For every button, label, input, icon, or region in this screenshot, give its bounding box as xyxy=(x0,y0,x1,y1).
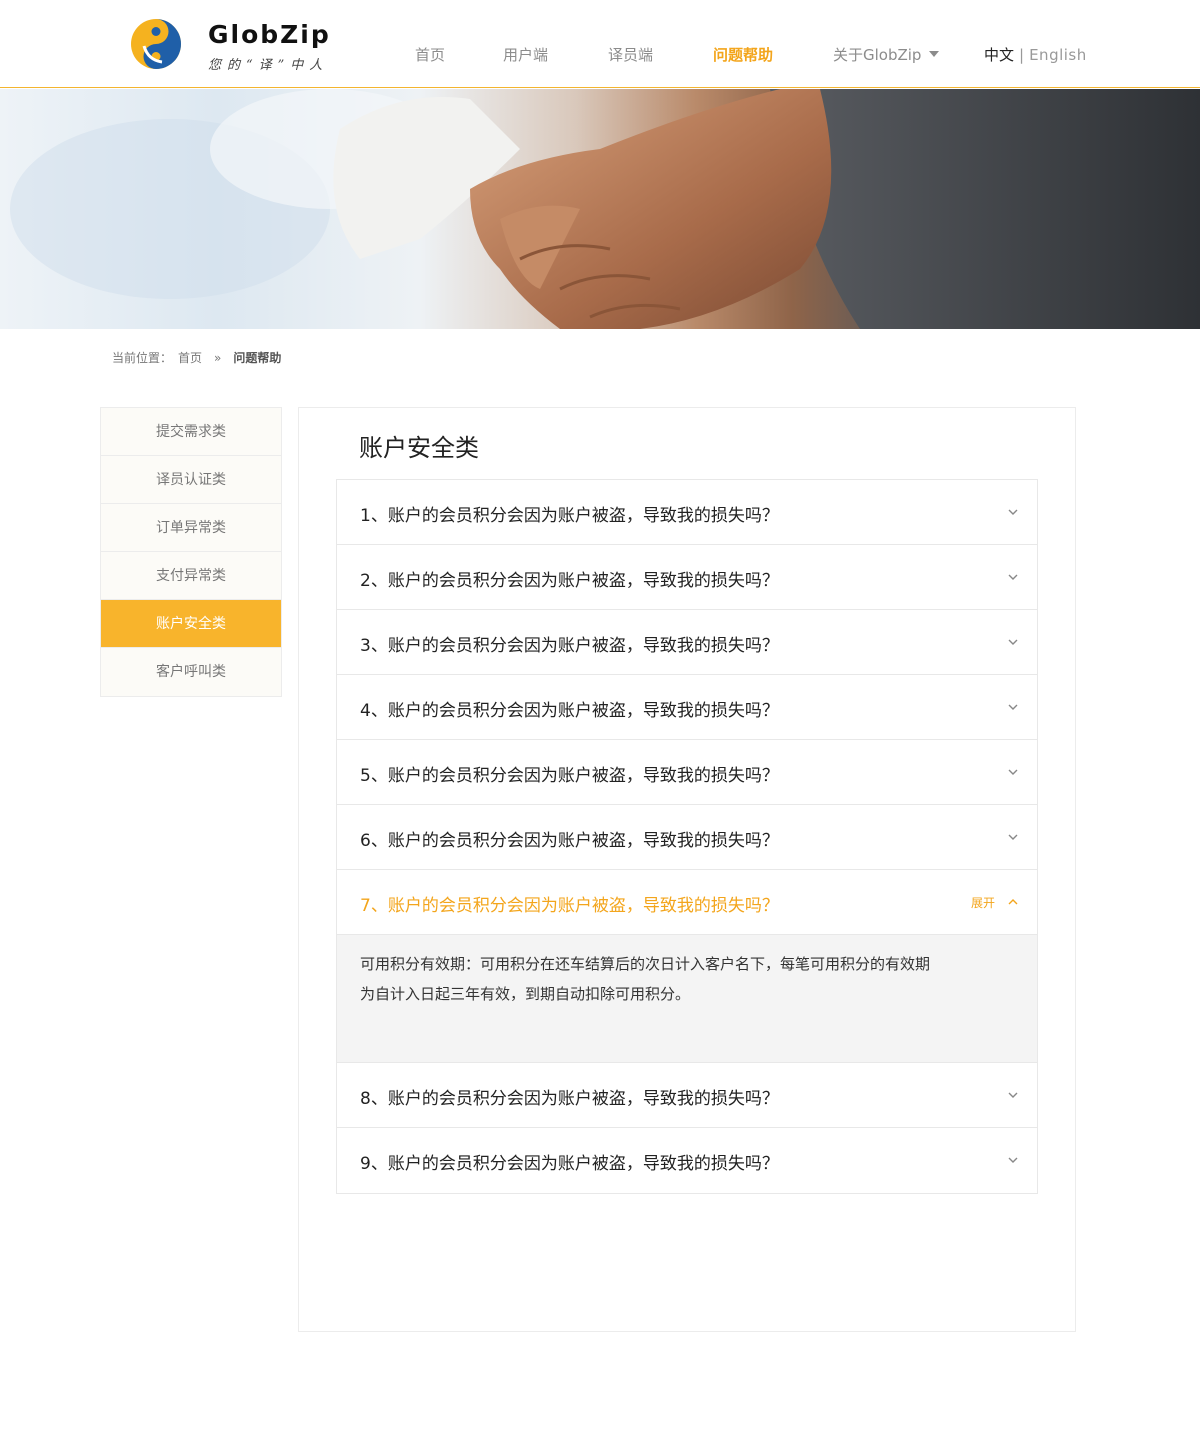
page-title: 账户安全类 xyxy=(359,434,479,462)
faq-question[interactable]: 4、账户的会员积分会因为账户被盗，导致我的损失吗？ xyxy=(337,675,1037,740)
chevron-down-icon xyxy=(1008,639,1018,645)
site-header: GlobZip 您的“译”中人 首页 用户端 译员端 问题帮助 关于GlobZi… xyxy=(0,0,1200,88)
faq-question[interactable]: 1、账户的会员积分会因为账户被盗，导致我的损失吗？ xyxy=(337,480,1037,545)
faq-question[interactable]: 5、账户的会员积分会因为账户被盗，导致我的损失吗？ xyxy=(337,740,1037,805)
faq-question-text: 7、账户的会员积分会因为账户被盗，导致我的损失吗？ xyxy=(360,896,779,916)
sidebar-item-order-exception[interactable]: 订单异常类 xyxy=(101,504,281,552)
nav-item-home[interactable]: 首页 xyxy=(415,44,445,65)
language-switch: 中文 | English xyxy=(984,44,1087,65)
nav-item-translator[interactable]: 译员端 xyxy=(608,44,653,65)
breadcrumb-home[interactable]: 首页 xyxy=(178,349,202,366)
nav-item-client[interactable]: 用户端 xyxy=(503,44,548,65)
nav-item-help[interactable]: 问题帮助 xyxy=(713,44,773,65)
caret-down-icon xyxy=(929,50,940,57)
sidebar-item-payment-exception[interactable]: 支付异常类 xyxy=(101,552,281,600)
faq-question[interactable]: 6、账户的会员积分会因为账户被盗，导致我的损失吗？ xyxy=(337,805,1037,870)
faq-answer: 可用积分有效期：可用积分在还车结算后的次日计入客户名下，每笔可用积分的有效期为自… xyxy=(337,935,1037,1063)
faq-question-text: 3、账户的会员积分会因为账户被盗，导致我的损失吗？ xyxy=(360,636,779,656)
hero-banner-handshake xyxy=(0,89,1200,329)
faq-question-text: 8、账户的会员积分会因为账户被盗，导致我的损失吗？ xyxy=(360,1089,779,1109)
handshake-illustration xyxy=(10,89,1200,329)
faq-list: 1、账户的会员积分会因为账户被盗，导致我的损失吗？ 2、账户的会员积分会因为账户… xyxy=(336,479,1038,1194)
sidebar-item-account-security[interactable]: 账户安全类 xyxy=(101,600,281,648)
faq-question[interactable]: 8、账户的会员积分会因为账户被盗，导致我的损失吗？ xyxy=(337,1063,1037,1128)
nav-item-about-label: 关于GlobZip xyxy=(833,46,922,64)
faq-question[interactable]: 2、账户的会员积分会因为账户被盗，导致我的损失吗？ xyxy=(337,545,1037,610)
chevron-down-icon xyxy=(1008,574,1018,580)
breadcrumb-prefix: 当前位置： xyxy=(112,351,173,365)
expand-toggle-label[interactable]: 展开 xyxy=(971,894,995,911)
faq-panel: 账户安全类 1、账户的会员积分会因为账户被盗，导致我的损失吗？ 2、账户的会员积… xyxy=(298,407,1076,1332)
chevron-down-icon xyxy=(1008,509,1018,515)
faq-question-text: 1、账户的会员积分会因为账户被盗，导致我的损失吗？ xyxy=(360,506,779,526)
lang-divider: | xyxy=(1019,46,1025,64)
faq-question-text: 9、账户的会员积分会因为账户被盗，导致我的损失吗？ xyxy=(360,1154,779,1174)
faq-question-text: 5、账户的会员积分会因为账户被盗，导致我的损失吗？ xyxy=(360,766,779,786)
sidebar-item-translator-certification[interactable]: 译员认证类 xyxy=(101,456,281,504)
chevron-up-icon xyxy=(1008,899,1018,905)
lang-chinese[interactable]: 中文 xyxy=(984,46,1014,64)
faq-question-text: 4、账户的会员积分会因为账户被盗，导致我的损失吗？ xyxy=(360,701,779,721)
chevron-down-icon xyxy=(1008,1092,1018,1098)
faq-question-open[interactable]: 7、账户的会员积分会因为账户被盗，导致我的损失吗？ 展开 xyxy=(337,870,1037,935)
faq-question-text: 6、账户的会员积分会因为账户被盗，导致我的损失吗？ xyxy=(360,831,779,851)
faq-question[interactable]: 3、账户的会员积分会因为账户被盗，导致我的损失吗？ xyxy=(337,610,1037,675)
faq-question[interactable]: 9、账户的会员积分会因为账户被盗，导致我的损失吗？ xyxy=(337,1128,1037,1193)
nav-item-about[interactable]: 关于GlobZip xyxy=(833,44,940,65)
breadcrumb-current: 问题帮助 xyxy=(233,351,282,365)
chevron-down-icon xyxy=(1008,834,1018,840)
help-category-sidebar: 提交需求类 译员认证类 订单异常类 支付异常类 账户安全类 客户呼叫类 xyxy=(100,407,282,697)
faq-question-text: 2、账户的会员积分会因为账户被盗，导致我的损失吗？ xyxy=(360,571,779,591)
lang-english[interactable]: English xyxy=(1029,46,1087,64)
chevron-down-icon xyxy=(1008,704,1018,710)
faq-answer-text: 可用积分有效期：可用积分在还车结算后的次日计入客户名下，每笔可用积分的有效期为自… xyxy=(360,955,931,1003)
chevron-down-icon xyxy=(1008,769,1018,775)
breadcrumb: 当前位置： 首页 » 问题帮助 xyxy=(112,349,281,366)
breadcrumb-separator: » xyxy=(214,351,222,365)
sidebar-item-submit-request[interactable]: 提交需求类 xyxy=(101,408,281,456)
chevron-down-icon xyxy=(1008,1157,1018,1163)
sidebar-item-customer-call[interactable]: 客户呼叫类 xyxy=(101,648,281,696)
